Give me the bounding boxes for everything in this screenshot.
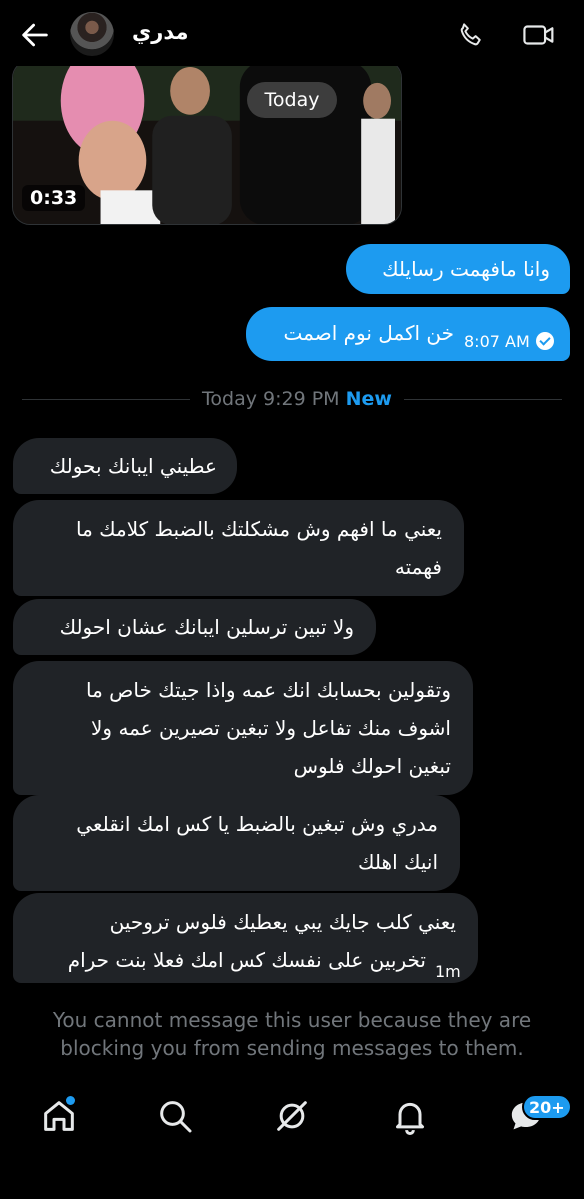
divider-timestamp: Today 9:29 PM (202, 388, 340, 410)
message-text-line: انيك اهلك (358, 850, 438, 874)
message-text-line: تخربين على نفسك كس امك فعلا بنت حرام (67, 948, 426, 972)
message-text-line: اشوف منك تفاعل ولا تبغين تصيرين عمه ولا (91, 716, 451, 740)
divider-label: Today 9:29 PM New (190, 388, 404, 410)
outgoing-message[interactable]: وانا مافهمت رسايلك (346, 244, 570, 294)
incoming-message[interactable]: وتقولين بحسابك انك عمه واذا جيتك خاص ما … (13, 661, 473, 795)
message-text-line: يعني كلب جايك يبي يعطيك فلوس تروحين (109, 910, 456, 934)
contact-name[interactable]: مدري (132, 20, 188, 44)
message-text: خن اكمل نوم اصمت (283, 321, 454, 345)
new-label: New (345, 388, 392, 410)
read-check-icon (535, 332, 554, 350)
dm-conversation-screen: مدري Today 0:33 وانا مافهمت رسايلك خن اك… (0, 0, 584, 1199)
message-text: ولا تبين ترسلين ايبانك عشان احولك (59, 615, 354, 639)
incoming-message[interactable]: مدري وش تبغين بالضبط يا كس امك انقلعي ان… (13, 795, 460, 891)
date-pill: Today (247, 82, 337, 118)
incoming-message[interactable]: عطيني ايبانك بحولك (13, 438, 237, 494)
outgoing-message[interactable]: خن اكمل نوم اصمت 8:07 AM (246, 307, 570, 361)
message-text-line: تبغين احولك فلوس (293, 754, 451, 778)
grok-icon[interactable] (272, 1096, 312, 1136)
search-icon[interactable] (155, 1096, 195, 1136)
incoming-message[interactable]: يعني ما افهم وش مشكلتك بالضبط كلامك ما ف… (13, 500, 464, 596)
message-text: عطيني ايبانك بحولك (49, 454, 217, 478)
message-text-line: يعني ما افهم وش مشكلتك بالضبط كلامك ما (75, 517, 442, 541)
phone-icon[interactable] (456, 20, 486, 50)
video-duration: 0:33 (22, 185, 86, 211)
avatar[interactable] (70, 12, 114, 56)
message-text: وانا مافهمت رسايلك (382, 257, 550, 281)
message-timestamp: 8:07 AM (464, 323, 554, 361)
message-text-line: فهمته (394, 555, 442, 579)
notifications-bell-icon[interactable] (390, 1096, 430, 1136)
incoming-message[interactable]: ولا تبين ترسلين ايبانك عشان احولك (13, 599, 376, 655)
conversation-header: مدري (0, 0, 584, 66)
message-timestamp: 1m (435, 962, 461, 981)
message-text-line: مدري وش تبغين بالضبط يا كس امك انقلعي (76, 812, 438, 836)
message-text-line: وتقولين بحسابك انك عمه واذا جيتك خاص ما (86, 678, 451, 702)
timestamp-text: 8:07 AM (464, 332, 530, 351)
video-camera-icon[interactable] (522, 20, 556, 50)
messages-badge: 20+ (522, 1094, 572, 1120)
home-unread-dot (66, 1096, 75, 1105)
blocked-notice: You cannot message this user because the… (52, 1008, 532, 1060)
arrow-left-icon[interactable] (18, 18, 52, 52)
incoming-message[interactable]: يعني كلب جايك يبي يعطيك فلوس تروحين تخرب… (13, 893, 478, 983)
